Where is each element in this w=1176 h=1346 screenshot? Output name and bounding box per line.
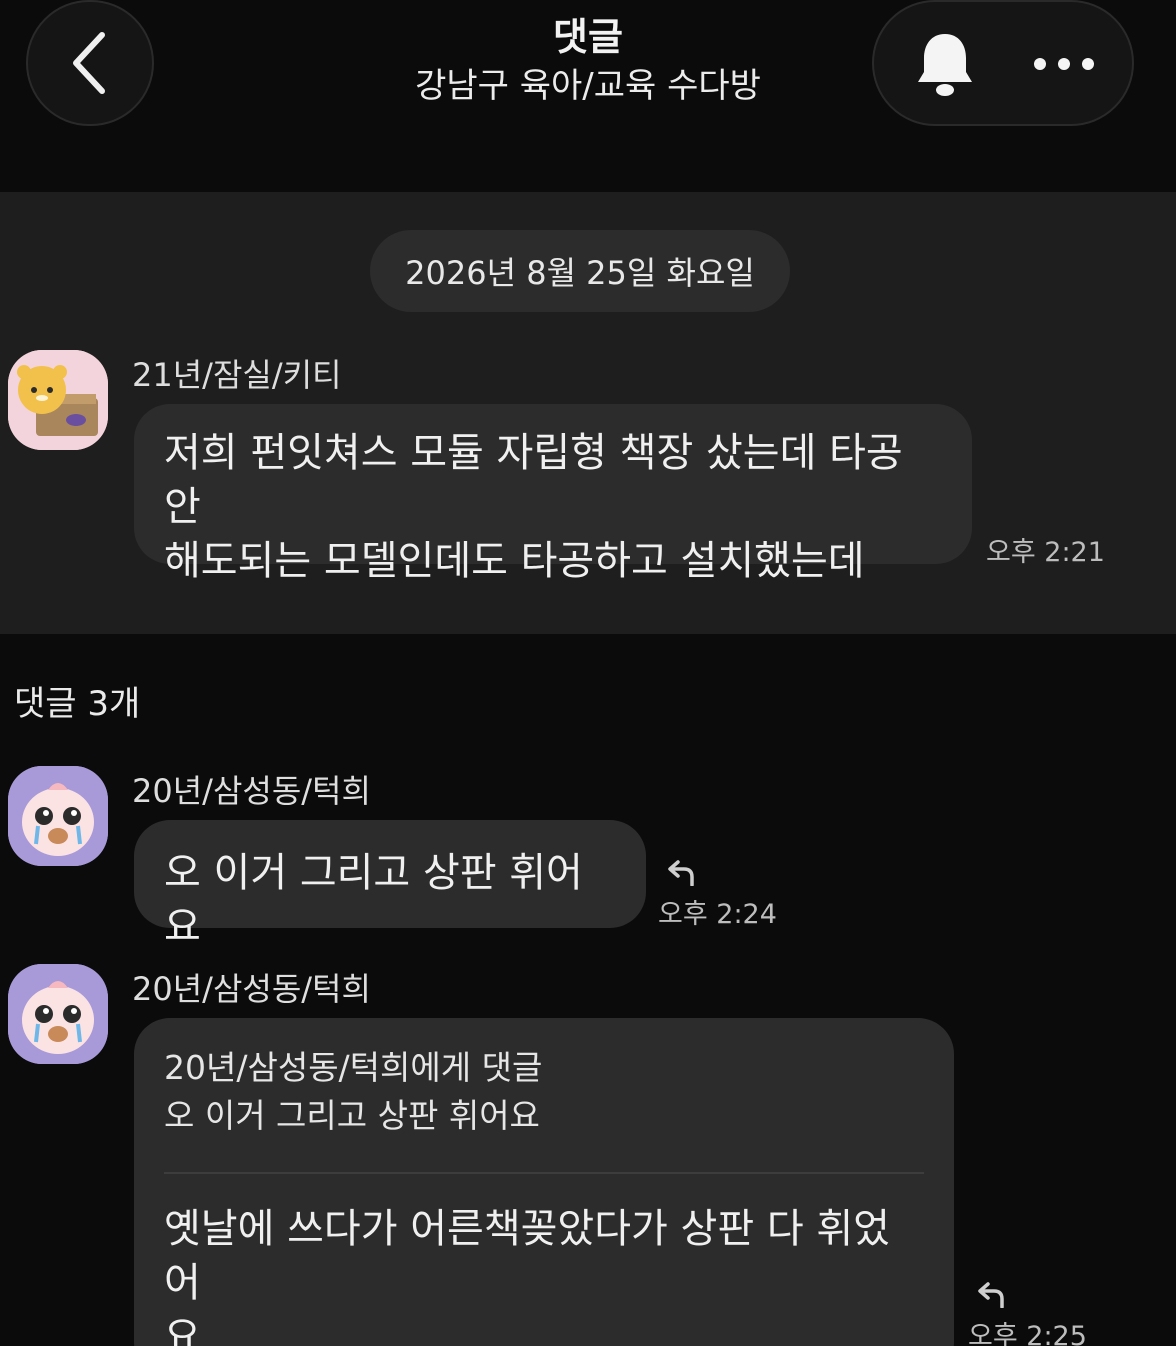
comment-bubble[interactable]: 20년/삼성동/턱희에게 댓글 오 이거 그리고 상판 휘어요 옛날에 쓰다가 … bbox=[134, 1018, 954, 1346]
page-subtitle: 강남구 육아/교육 수다방 bbox=[415, 66, 761, 106]
peach-avatar-icon bbox=[8, 964, 108, 1064]
title-block: 댓글 강남구 육아/교육 수다방 bbox=[300, 14, 876, 108]
post-time: 오후 2:21 bbox=[986, 537, 1105, 568]
original-post: 2026년 8월 25일 화요일 21년/잠실/키티 저희 펀잇쳐스 모듈 자립… bbox=[0, 192, 1176, 634]
header: 댓글 강남구 육아/교육 수다방 bbox=[0, 0, 1176, 192]
comment-text-line2: 요 bbox=[164, 1314, 201, 1346]
screen: 댓글 강남구 육아/교육 수다방 2026년 8월 25일 화요일 21년/잠실… bbox=[0, 0, 1176, 1346]
comment-time: 오후 2:25 bbox=[968, 1321, 1087, 1346]
comment-text: 오 이거 그리고 상판 휘어요 bbox=[164, 850, 583, 950]
post-text-line1: 저희 펀잇쳐스 모듈 자립형 책장 샀는데 타공 안 bbox=[164, 430, 903, 530]
header-actions bbox=[872, 0, 1134, 126]
post-bubble[interactable]: 저희 펀잇쳐스 모듈 자립형 책장 샀는데 타공 안 해도되는 모델인데도 타공… bbox=[134, 404, 972, 584]
post-text-line2: 해도되는 모델인데도 타공하고 설치했는데 bbox=[164, 538, 865, 584]
back-button[interactable] bbox=[26, 0, 154, 126]
post-author: 21년/잠실/키티 bbox=[132, 356, 342, 394]
avatar[interactable] bbox=[8, 964, 108, 1064]
chevron-left-icon bbox=[73, 32, 105, 94]
more-horizontal-icon[interactable] bbox=[1032, 52, 1096, 76]
comment-count: 댓글 3개 bbox=[14, 684, 141, 724]
quote-divider bbox=[164, 1172, 924, 1174]
avatar[interactable] bbox=[8, 766, 108, 866]
bell-icon[interactable] bbox=[914, 30, 976, 98]
comment-time: 오후 2:24 bbox=[658, 899, 777, 930]
reply-quote-text: 오 이거 그리고 상판 휘어요 bbox=[164, 1096, 540, 1135]
page-title: 댓글 bbox=[553, 15, 623, 59]
kitty-avatar-icon bbox=[8, 350, 108, 450]
comment-text-line1: 옛날에 쓰다가 어른책꽂았다가 상판 다 휘었어 bbox=[164, 1206, 890, 1306]
reply-arrow-icon[interactable] bbox=[668, 860, 696, 886]
reply-arrow-icon[interactable] bbox=[978, 1282, 1006, 1308]
peach-avatar-icon bbox=[8, 766, 108, 866]
comment-bubble[interactable]: 오 이거 그리고 상판 휘어요 bbox=[134, 820, 646, 950]
date-divider: 2026년 8월 25일 화요일 bbox=[370, 230, 790, 312]
reply-quote-title: 20년/삼성동/턱희에게 댓글 bbox=[164, 1048, 543, 1087]
avatar[interactable] bbox=[8, 350, 108, 450]
comment-author: 20년/삼성동/턱희 bbox=[132, 970, 371, 1008]
comment-author: 20년/삼성동/턱희 bbox=[132, 772, 371, 810]
